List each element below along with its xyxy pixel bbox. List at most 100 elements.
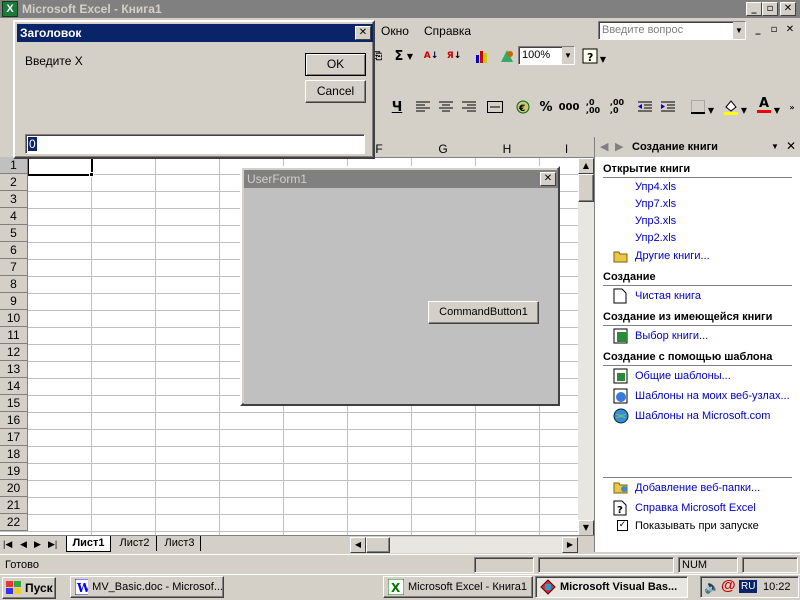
increase-indent-icon[interactable] — [657, 96, 679, 118]
row-header[interactable]: 20 — [0, 480, 28, 497]
chevron-down-icon[interactable]: ▼ — [772, 99, 782, 121]
doc-close-button[interactable]: ✕ — [782, 24, 798, 38]
increase-decimal-icon[interactable]: ,0,00 — [582, 96, 604, 118]
currency-icon[interactable]: € — [512, 96, 534, 118]
scroll-right-button[interactable]: ▶ — [562, 537, 578, 553]
row-header[interactable]: 19 — [0, 463, 28, 480]
chevron-down-icon[interactable]: ▼ — [562, 47, 574, 64]
web-templates-link[interactable]: Шаблоны на моих веб-узлах... — [635, 390, 790, 402]
taskbar-vba[interactable]: Microsoft Visual Bas... — [535, 576, 688, 598]
align-right-icon[interactable] — [458, 96, 480, 118]
row-header[interactable]: 22 — [0, 514, 28, 531]
dialog-title-bar[interactable]: Заголовок ✕ — [17, 24, 373, 42]
scroll-down-button[interactable]: ▼ — [578, 520, 594, 536]
file-link[interactable]: Упр7.xls — [635, 198, 676, 210]
row-header[interactable]: 10 — [0, 310, 28, 327]
language-indicator[interactable]: RU — [739, 580, 758, 593]
chevron-down-icon[interactable]: ▼ — [739, 99, 749, 121]
row-header[interactable]: 13 — [0, 361, 28, 378]
zoom-select[interactable]: 100% ▼ — [518, 46, 575, 65]
other-books-link[interactable]: Другие книги... — [635, 250, 710, 262]
excel-app-icon[interactable]: X — [2, 1, 18, 17]
row-header[interactable]: 21 — [0, 497, 28, 514]
chevron-down-icon[interactable]: ▼ — [706, 99, 716, 121]
close-icon[interactable]: ✕ — [786, 139, 796, 153]
dialog-input[interactable]: 0 — [25, 134, 365, 154]
command-button-1[interactable]: CommandButton1 — [428, 301, 539, 324]
scroll-left-button[interactable]: ◀ — [350, 537, 366, 553]
file-link[interactable]: Упр2.xls — [635, 232, 676, 244]
restore-button[interactable]: ▫ — [762, 2, 778, 16]
forward-arrow-icon[interactable]: ▶ — [615, 140, 623, 153]
minimize-button[interactable]: _ — [746, 2, 762, 16]
help-search-box[interactable]: Введите вопрос ▼ — [598, 21, 746, 40]
column-header-i[interactable]: I — [539, 141, 594, 158]
help-link[interactable]: Справка Microsoft Excel — [635, 502, 756, 514]
row-header[interactable]: 4 — [0, 208, 28, 225]
menu-help[interactable]: Справка — [424, 24, 471, 38]
row-header[interactable]: 1 — [0, 157, 28, 174]
sheet-tab-3[interactable]: Лист3 — [159, 536, 201, 551]
userform-title-bar[interactable]: UserForm1 ✕ — [244, 170, 558, 188]
horizontal-scrollbar[interactable]: ◀ ▶ — [350, 537, 578, 553]
next-sheet-icon[interactable]: ▶ — [34, 539, 41, 550]
row-header[interactable]: 3 — [0, 191, 28, 208]
row-header[interactable]: 8 — [0, 276, 28, 293]
userform-close-button[interactable]: ✕ — [540, 172, 556, 186]
row-header[interactable]: 9 — [0, 293, 28, 310]
decrease-decimal-icon[interactable]: ,00,0 — [606, 96, 628, 118]
taskbar-excel[interactable]: X Microsoft Excel - Книга1 — [383, 576, 533, 598]
row-header[interactable]: 17 — [0, 429, 28, 446]
general-templates-link[interactable]: Общие шаблоны... — [635, 370, 731, 382]
vertical-scrollbar[interactable]: ▲ ▼ — [578, 158, 594, 536]
toolbar-options-icon[interactable]: » — [786, 96, 798, 118]
start-button[interactable]: Пуск — [2, 577, 56, 599]
file-link[interactable]: Упр4.xls — [635, 181, 676, 193]
show-on-start-checkbox[interactable]: ✓ — [617, 520, 628, 531]
chart-wizard-icon[interactable] — [472, 45, 494, 67]
scroll-up-button[interactable]: ▲ — [578, 158, 594, 174]
align-left-icon[interactable] — [412, 96, 434, 118]
align-center-icon[interactable] — [435, 96, 457, 118]
last-sheet-icon[interactable]: ▶| — [48, 539, 57, 550]
row-header[interactable]: 14 — [0, 378, 28, 395]
prev-sheet-icon[interactable]: ◀ — [20, 539, 27, 550]
menu-window[interactable]: Окно — [381, 24, 409, 38]
row-header[interactable]: 7 — [0, 259, 28, 276]
chevron-down-icon[interactable]: ▼ — [733, 22, 745, 39]
sheet-tab-2[interactable]: Лист2 — [113, 536, 157, 551]
chevron-down-icon[interactable]: ▼ — [405, 45, 415, 67]
percent-icon[interactable]: % — [535, 96, 557, 118]
underline-icon[interactable]: Ч — [386, 96, 408, 118]
cancel-button[interactable]: Cancel — [305, 80, 366, 103]
sort-ascending-icon[interactable]: А ↓ — [420, 45, 442, 67]
decrease-indent-icon[interactable] — [634, 96, 656, 118]
row-header[interactable]: 12 — [0, 344, 28, 361]
file-link[interactable]: Упр3.xls — [635, 215, 676, 227]
blank-book-link[interactable]: Чистая книга — [635, 290, 701, 302]
hscroll-thumb[interactable] — [366, 537, 390, 553]
chevron-down-icon[interactable]: ▼ — [771, 142, 779, 151]
scroll-thumb[interactable] — [578, 174, 594, 202]
ok-button[interactable]: OK — [305, 53, 366, 76]
choose-book-link[interactable]: Выбор книги... — [635, 330, 708, 342]
at-icon[interactable]: @ — [721, 577, 736, 594]
chevron-down-icon[interactable]: ▼ — [598, 48, 608, 70]
doc-restore-button[interactable]: ▫ — [766, 24, 782, 38]
row-header[interactable]: 16 — [0, 412, 28, 429]
merge-center-icon[interactable] — [484, 96, 506, 118]
active-cell[interactable] — [27, 156, 93, 176]
row-header[interactable]: 5 — [0, 225, 28, 242]
add-web-folder-link[interactable]: Добавление веб-папки... — [635, 482, 760, 494]
row-header[interactable]: 11 — [0, 327, 28, 344]
clock[interactable]: 10:22 — [763, 581, 791, 593]
ms-templates-link[interactable]: Шаблоны на Microsoft.com — [635, 410, 770, 422]
sheet-tab-1[interactable]: Лист1 — [66, 536, 111, 552]
row-header[interactable]: 18 — [0, 446, 28, 463]
sort-descending-icon[interactable]: Я ↓ — [443, 45, 465, 67]
dialog-close-button[interactable]: ✕ — [355, 26, 371, 40]
thousands-icon[interactable]: 000 — [558, 96, 580, 118]
taskbar-word[interactable]: W MV_Basic.doc - Microsof... — [70, 576, 224, 598]
doc-minimize-button[interactable]: _ — [750, 24, 766, 38]
row-header[interactable]: 2 — [0, 174, 28, 191]
